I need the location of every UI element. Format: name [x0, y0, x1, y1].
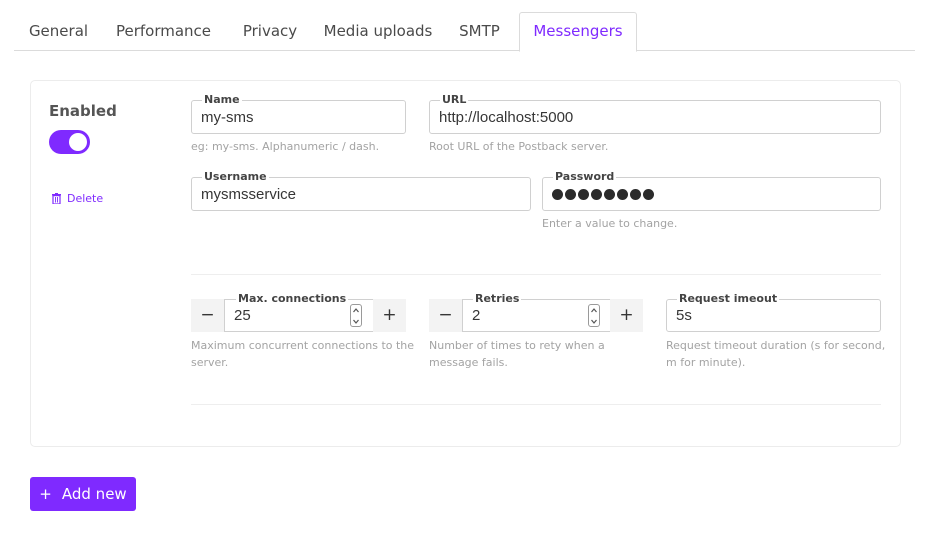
- add-new-button[interactable]: + Add new: [30, 477, 136, 511]
- name-help: eg: my-sms. Alphanumeric / dash.: [191, 140, 380, 153]
- password-mask-dot: [565, 188, 576, 200]
- request-timeout-help-line2: m for minute).: [666, 356, 746, 369]
- messenger-card: [30, 80, 901, 447]
- max-connections-decrement[interactable]: −: [191, 299, 224, 332]
- retries-decrement[interactable]: −: [429, 299, 462, 332]
- username-label: Username: [202, 170, 269, 183]
- password-mask-dot: [643, 188, 654, 200]
- toggle-knob: [69, 133, 87, 151]
- max-connections-help-line2: server.: [191, 356, 229, 369]
- password-mask-dot: [552, 188, 563, 200]
- password-help: Enter a value to change.: [542, 217, 678, 230]
- delete-label: Delete: [67, 192, 104, 205]
- tab-general[interactable]: General: [14, 12, 103, 51]
- password-label: Password: [553, 170, 617, 183]
- tab-media-uploads[interactable]: Media uploads: [316, 12, 440, 51]
- retries-spinner[interactable]: [588, 304, 600, 327]
- retries-help-line1: Number of times to rety when a: [429, 339, 605, 352]
- url-help: Root URL of the Postback server.: [429, 140, 609, 153]
- plus-icon: +: [39, 485, 52, 503]
- spin-down-icon: [591, 319, 597, 324]
- trash-icon: [52, 193, 61, 204]
- max-connections-label: Max. connections: [236, 292, 349, 305]
- max-connections-increment[interactable]: +: [373, 299, 406, 332]
- section-divider: [191, 274, 881, 275]
- url-label: URL: [440, 93, 469, 106]
- max-connections-spinner[interactable]: [350, 304, 362, 327]
- password-mask-dot: [630, 188, 641, 200]
- retries-increment[interactable]: +: [610, 299, 643, 332]
- retries-label: Retries: [473, 292, 522, 305]
- name-label: Name: [202, 93, 242, 106]
- password-mask-dot: [604, 188, 615, 200]
- tab-performance[interactable]: Performance: [103, 12, 224, 51]
- password-mask-dot: [617, 188, 628, 200]
- spin-down-icon: [353, 319, 359, 324]
- password-mask-dot: [578, 188, 589, 200]
- tab-messengers[interactable]: Messengers: [519, 12, 637, 52]
- password-mask-dot: [591, 188, 602, 200]
- enabled-label: Enabled: [49, 102, 117, 120]
- request-timeout-label: Request imeout: [677, 292, 780, 305]
- tab-smtp[interactable]: SMTP: [440, 12, 519, 51]
- enabled-toggle[interactable]: [49, 130, 90, 154]
- spin-up-icon: [353, 308, 359, 313]
- max-connections-help-line1: Maximum concurrent connections to the: [191, 339, 415, 352]
- delete-button[interactable]: Delete: [52, 192, 103, 205]
- retries-help-line2: message fails.: [429, 356, 508, 369]
- spin-up-icon: [591, 308, 597, 313]
- tab-privacy[interactable]: Privacy: [224, 12, 316, 51]
- bottom-divider: [191, 404, 881, 405]
- add-new-label: Add new: [61, 485, 127, 503]
- request-timeout-help-line1: Request timeout duration (s for second,: [666, 339, 886, 352]
- url-input[interactable]: http://localhost:5000: [429, 100, 881, 134]
- settings-tabs: General Performance Privacy Media upload…: [14, 12, 915, 52]
